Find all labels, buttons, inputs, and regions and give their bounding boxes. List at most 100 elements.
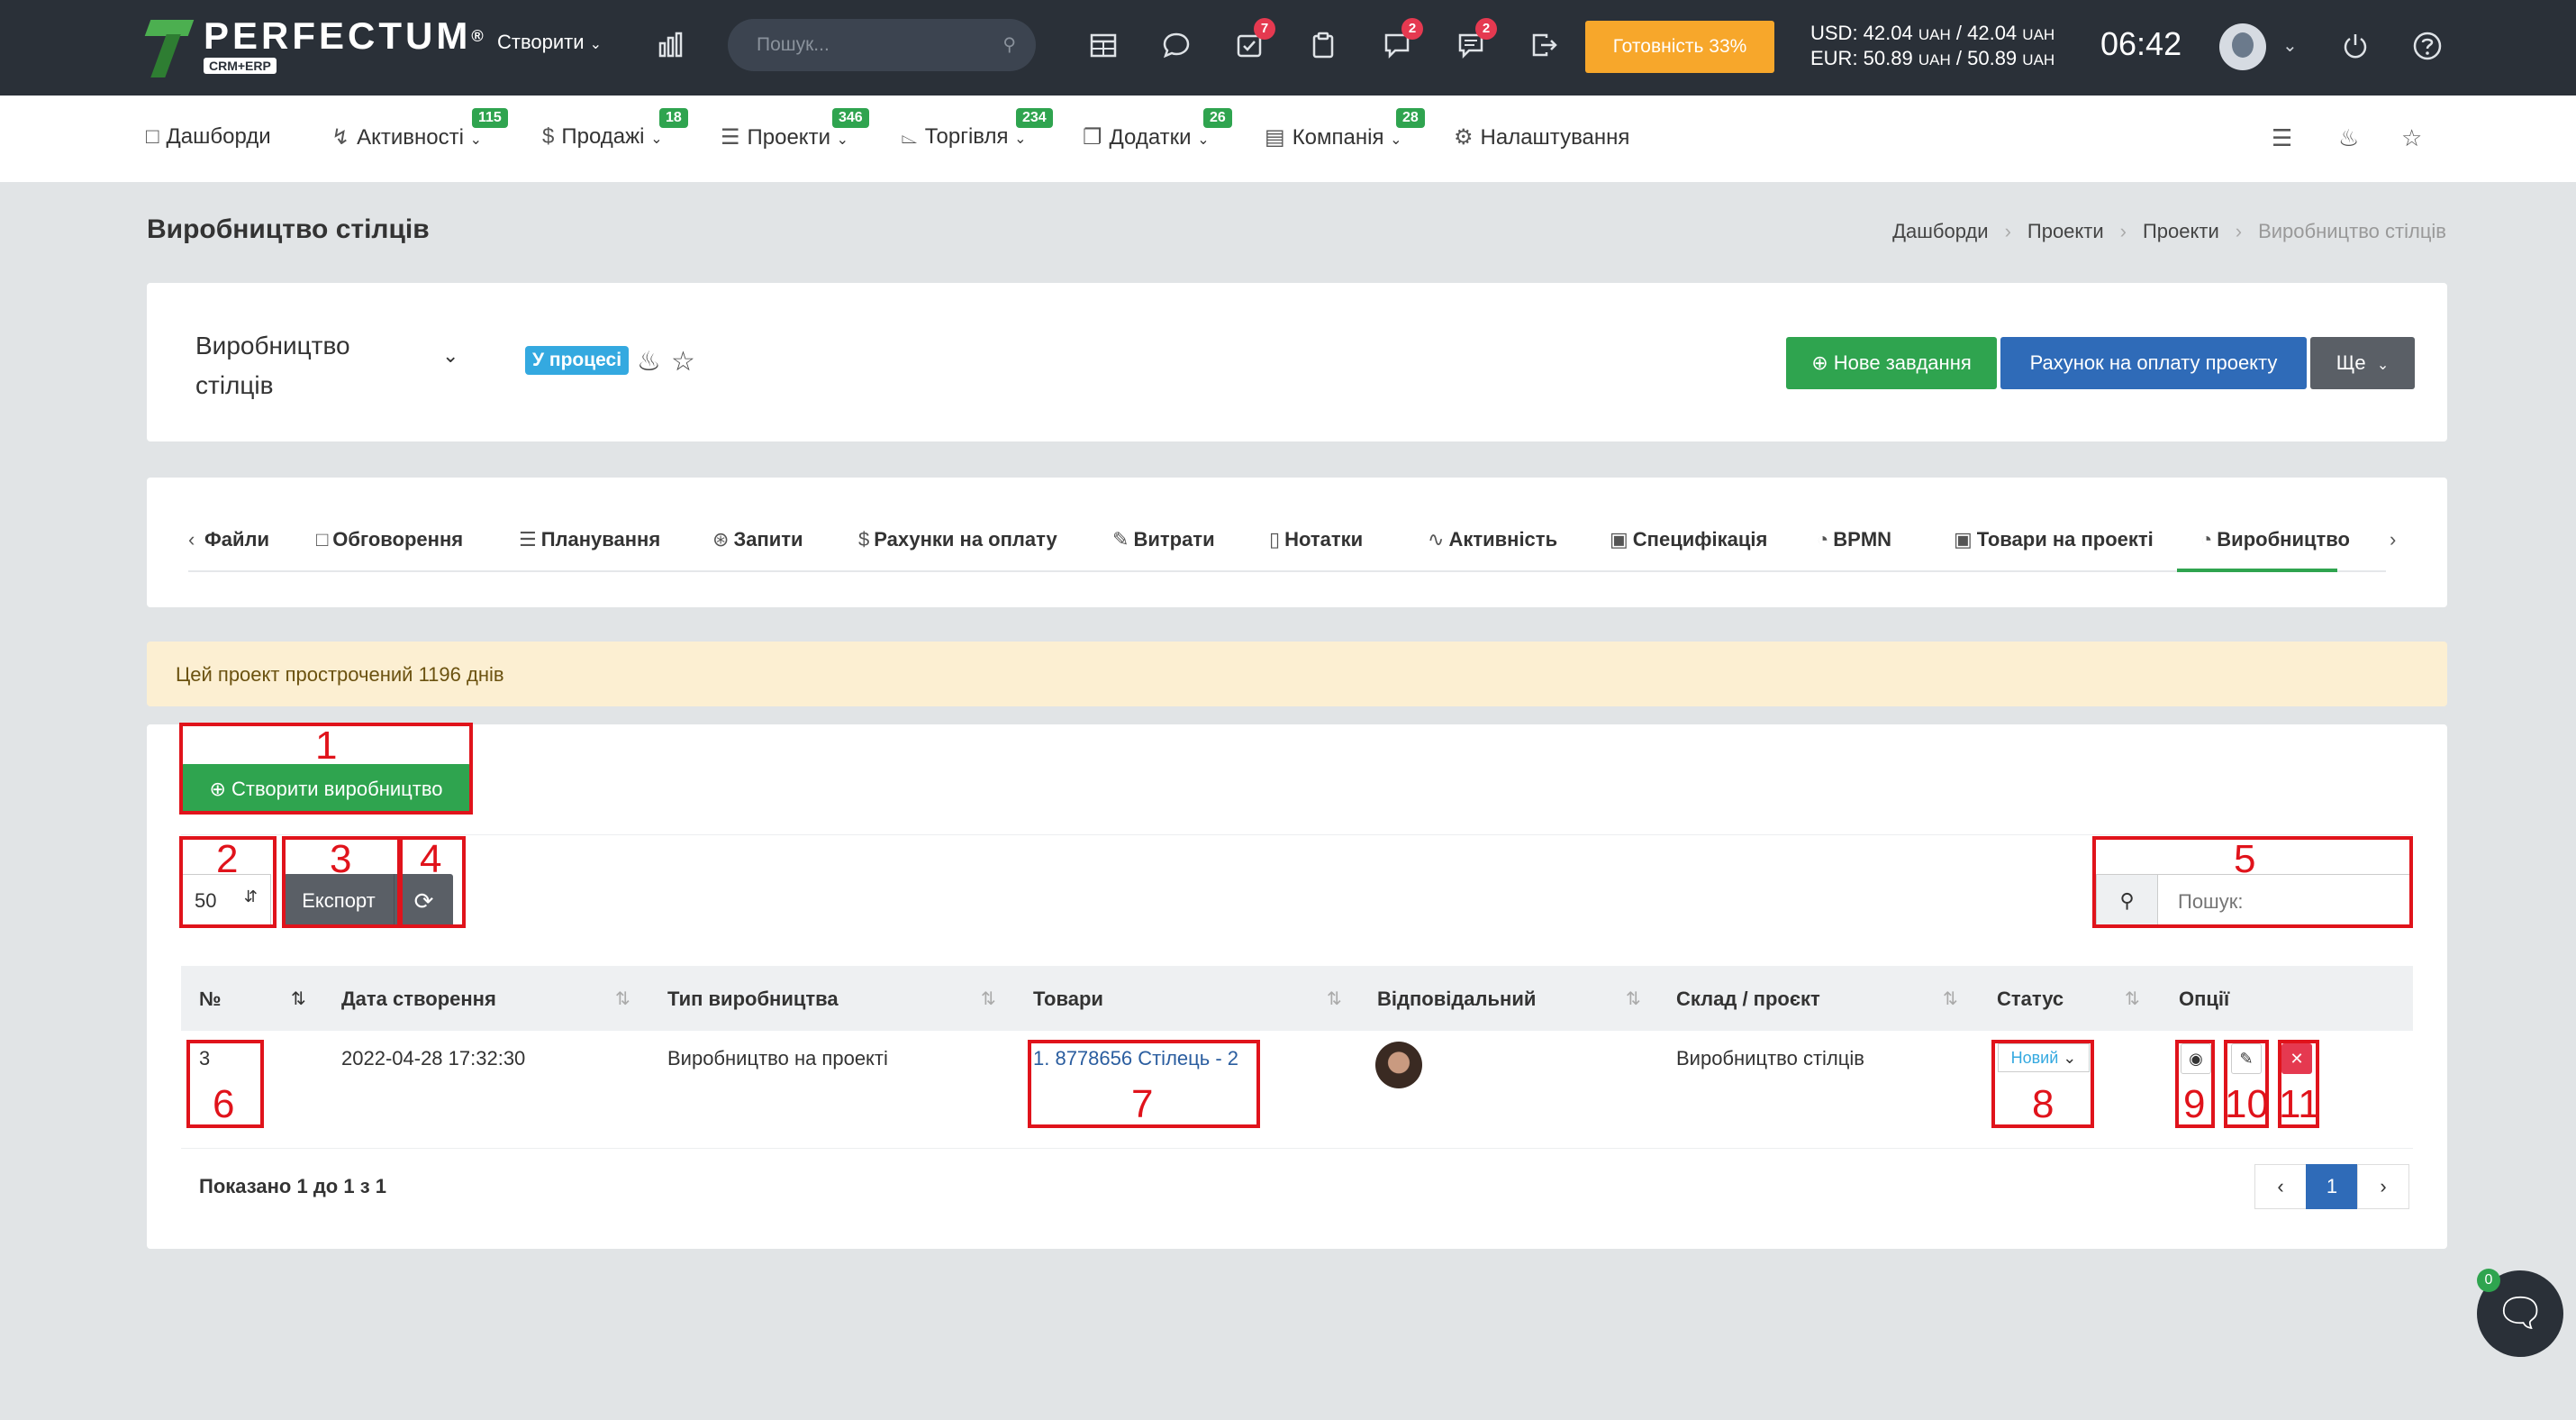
tab-production[interactable]: ◔ Виробництво [2200, 528, 2350, 551]
chevron-down-icon: ⌄ [2376, 358, 2390, 373]
responsible-avatar[interactable] [1375, 1042, 1422, 1088]
table-info: Показано 1 до 1 з 1 [199, 1175, 386, 1197]
create-menu-label: Створити [497, 31, 585, 53]
star-icon[interactable]: ☆ [2401, 124, 2422, 152]
breadcrumb-item[interactable]: Проекти [2027, 220, 2104, 242]
project-invoice-button[interactable]: Рахунок на оплату проекту [2000, 337, 2307, 389]
messages-badge: 2 [1475, 18, 1497, 40]
chevron-down-icon: ⌄ [836, 132, 849, 148]
menu-item-dashboards[interactable]: □ Дашборди [146, 124, 271, 150]
overdue-alert: Цей проект прострочений 1196 днів [147, 642, 2447, 706]
logout-icon[interactable] [1528, 31, 1562, 65]
col-created-date[interactable]: Дата створення [341, 988, 496, 1011]
create-menu-button[interactable]: Створити ⌄ [497, 31, 602, 54]
menu-item-sales[interactable]: $ Продажі ⌄ 18 [542, 108, 688, 150]
fire-icon[interactable]: ♨ [637, 346, 661, 378]
breadcrumb-item[interactable]: Дашборди [1892, 220, 1988, 242]
more-label: Ще [2336, 351, 2366, 374]
search-icon: ⚲ [1002, 35, 1016, 55]
rate-currency: UAH [2022, 26, 2055, 43]
messages-icon[interactable]: 2 [1454, 18, 1497, 65]
sort-icon[interactable]: ⇅ [1943, 988, 1958, 1010]
clipboard-icon[interactable] [1306, 31, 1340, 65]
tab-project-goods[interactable]: ▣ Товари на проекті [1954, 528, 2154, 551]
help-icon[interactable] [2410, 31, 2444, 65]
tab-requests[interactable]: ⊛ Запити [712, 528, 803, 551]
tab-discussions[interactable]: □ Обговорення [316, 528, 463, 551]
menu-item-label: Компанія [1292, 125, 1384, 150]
rate-usd-2: / 42.04 [1955, 22, 2018, 44]
sort-icon[interactable]: ⇅ [615, 988, 630, 1010]
menu-item-settings[interactable]: ⚙ Налаштування [1454, 124, 1629, 150]
tasks-icon[interactable]: 7 [1232, 18, 1275, 65]
brand-name: PERFECTUM [204, 14, 472, 57]
tab-notes[interactable]: ▯ Нотатки [1269, 528, 1363, 551]
tab-invoices[interactable]: $ Рахунки на оплату [858, 528, 1057, 551]
col-goods[interactable]: Товари [1033, 988, 1103, 1011]
menu-badge: 234 [1016, 108, 1053, 128]
chat-badge: 0 [2477, 1269, 2500, 1292]
global-search-input[interactable]: Пошук... ⚲ [728, 19, 1036, 71]
new-task-button[interactable]: ⊕ Нове завдання [1786, 337, 1997, 389]
fire-icon[interactable]: ♨ [2338, 124, 2359, 152]
sort-icon[interactable]: ⇅ [2125, 988, 2140, 1010]
tab-expenses[interactable]: ✎ Витрати [1112, 528, 1215, 551]
chevron-down-icon[interactable]: ⌄ [2282, 34, 2298, 57]
chevron-down-icon: ⌄ [589, 37, 603, 52]
sort-icon[interactable]: ⇅ [291, 988, 306, 1010]
readiness-button[interactable]: Готовність 33% [1585, 21, 1774, 73]
logo[interactable]: PERFECTUM® CRM+ERP [146, 16, 487, 81]
layers-icon: ☰ [721, 125, 740, 150]
breadcrumb-current: Виробництво стілців [2258, 220, 2446, 242]
menu-item-activities[interactable]: ↯ Активності ⌄ 115 [331, 108, 508, 150]
tabs-divider [188, 570, 2386, 572]
support-icon: ⊛ [712, 528, 730, 551]
sort-icon[interactable]: ⇅ [981, 988, 996, 1010]
menu-item-label: Продажі [561, 124, 645, 149]
tab-label: Активність [1448, 528, 1558, 551]
calendar-icon[interactable] [1086, 31, 1120, 65]
star-icon[interactable]: ☆ [671, 346, 695, 378]
menu-item-addons[interactable]: ❐ Додатки ⌄ 26 [1083, 108, 1232, 150]
annotation-number: 1 [315, 724, 338, 768]
project-switch-chevron-icon[interactable]: ⌄ [442, 344, 458, 368]
more-button[interactable]: Ще ⌄ [2310, 337, 2415, 389]
col-status[interactable]: Статус [1997, 988, 2064, 1011]
power-icon[interactable] [2338, 31, 2372, 65]
pagination-next[interactable]: › [2357, 1164, 2409, 1209]
rate-currency: UAH [1918, 26, 1951, 43]
logo-mark-icon [146, 16, 196, 81]
tab-planning[interactable]: ☰ Планування [519, 528, 660, 551]
sort-icon[interactable]: ⇅ [1626, 988, 1641, 1010]
menu-item-label: Налаштування [1480, 125, 1630, 150]
user-avatar[interactable] [2219, 23, 2266, 70]
currency-rates: USD: 42.04 UAH / 42.04 UAH EUR: 50.89 UA… [1810, 22, 2054, 72]
tab-activity[interactable]: ∿ Активність [1428, 528, 1557, 551]
bar-chart-icon[interactable] [654, 31, 688, 65]
chevron-down-icon: ⌄ [1197, 132, 1210, 148]
menu-item-projects[interactable]: ☰ Проекти ⌄ 346 [721, 108, 869, 150]
menu-item-company[interactable]: ▤ Компанія ⌄ 28 [1265, 108, 1425, 150]
tab-specification[interactable]: ▣ Специфікація [1610, 528, 1767, 551]
tasks-badge: 7 [1254, 18, 1275, 40]
menu-item-trade[interactable]: ⌳ Торгівля ⌄ 234 [901, 108, 1053, 150]
chat-icon[interactable] [1159, 31, 1193, 65]
pagination-prev[interactable]: ‹ [2254, 1164, 2307, 1209]
col-responsible[interactable]: Відповідальний [1377, 988, 1536, 1011]
pagination-page[interactable]: 1 [2306, 1164, 2358, 1209]
col-production-type[interactable]: Тип виробництва [667, 988, 839, 1011]
col-warehouse-project[interactable]: Склад / проєкт [1676, 988, 1820, 1011]
menu-item-label: Додатки [1109, 125, 1192, 150]
chevron-right-icon[interactable]: › [2390, 528, 2396, 551]
annotation-number: 9 [2183, 1082, 2206, 1126]
chevron-left-icon[interactable]: ‹ [188, 528, 195, 551]
notifications-icon[interactable]: 2 [1380, 18, 1423, 65]
breadcrumb-item[interactable]: Проекти [2143, 220, 2219, 242]
col-number[interactable]: № [199, 988, 222, 1011]
tab-files[interactable]: Файли [204, 528, 269, 551]
tab-bpmn[interactable]: ◔ BPMN [1817, 528, 1891, 551]
layers-icon[interactable]: ☰ [2272, 124, 2292, 152]
sort-icon[interactable]: ⇅ [1327, 988, 1342, 1010]
annotation-number: 8 [2032, 1082, 2054, 1126]
menu-item-label: Проекти [747, 125, 830, 150]
